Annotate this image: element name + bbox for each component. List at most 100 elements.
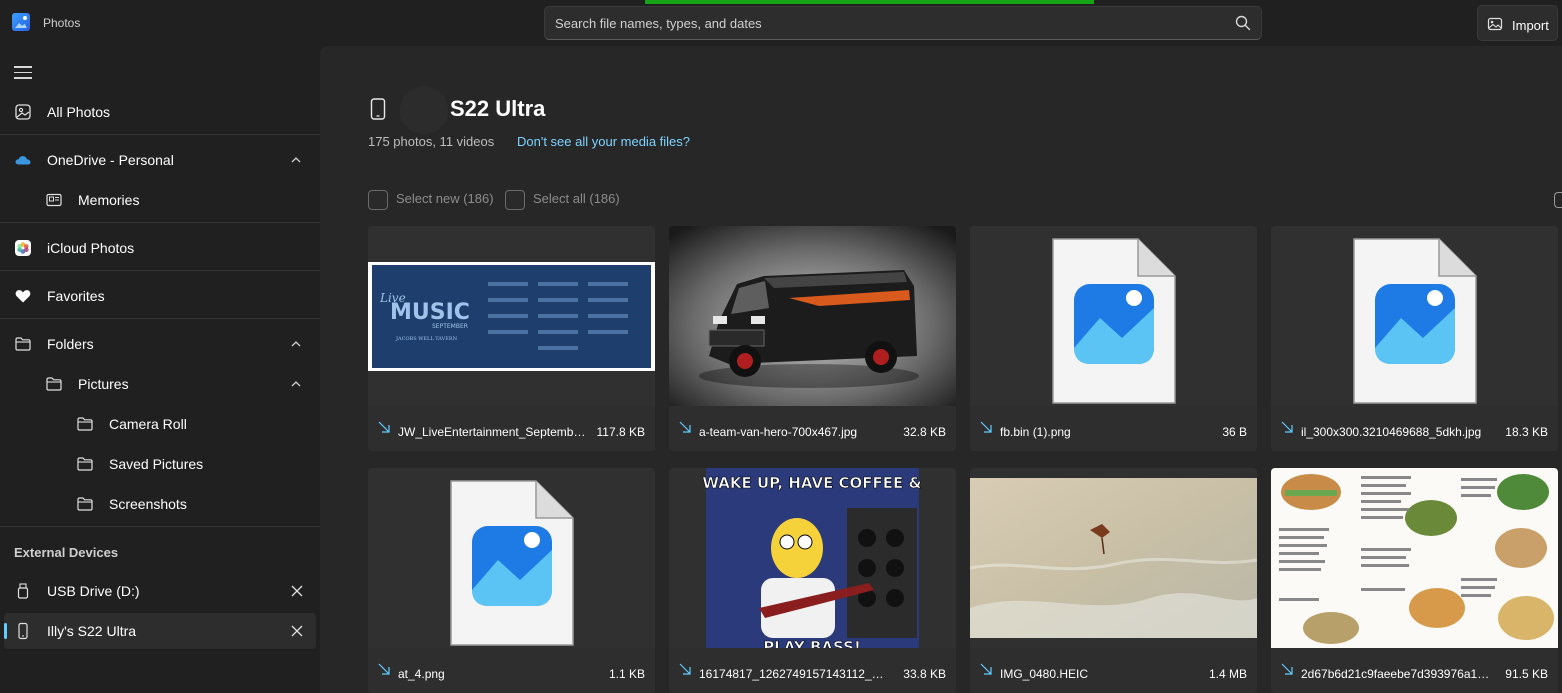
folder-icon bbox=[77, 497, 93, 511]
meme-thumbnail: WAKE UP, HAVE COFFEE & PLAY BASS! bbox=[669, 468, 956, 648]
sidebar-item-label: Screenshots bbox=[109, 496, 187, 512]
usb-drive-icon bbox=[17, 583, 29, 599]
external-devices-header: External Devices bbox=[14, 545, 119, 560]
sidebar: All Photos OneDrive - Personal Memories bbox=[0, 46, 320, 693]
poster-venue-text: JACOBS WELL TAVERN bbox=[395, 336, 458, 342]
divider bbox=[0, 222, 320, 223]
thumbnail bbox=[669, 226, 956, 406]
select-all-checkbox[interactable] bbox=[505, 190, 525, 210]
tile-caption: 2d67b6d21c9faeebe7d393976a1d9... 91.5 KB bbox=[1271, 648, 1558, 693]
media-tile[interactable]: il_300x300.3210469688_5dkh.jpg 18.3 KB bbox=[1271, 226, 1558, 451]
divider bbox=[0, 134, 320, 135]
sidebar-item-onedrive[interactable]: OneDrive - Personal bbox=[4, 142, 316, 178]
tile-caption: il_300x300.3210469688_5dkh.jpg 18.3 KB bbox=[1271, 406, 1558, 451]
main-content: S22 Ultra 175 photos, 11 videos Don't se… bbox=[320, 46, 1562, 693]
sync-progress-bar bbox=[645, 0, 1094, 4]
media-tile[interactable]: WAKE UP, HAVE COFFEE & PLAY BASS! 161748… bbox=[669, 468, 956, 693]
sidebar-item-folders[interactable]: Folders bbox=[4, 326, 316, 362]
device-avatar bbox=[400, 86, 448, 134]
phone-icon bbox=[18, 622, 28, 640]
thumbnail bbox=[368, 468, 655, 648]
icloud-photos-icon bbox=[15, 240, 31, 256]
phone-icon bbox=[370, 98, 386, 120]
sidebar-item-label: All Photos bbox=[47, 104, 111, 120]
menu-icon[interactable] bbox=[14, 66, 32, 80]
chevron-up-icon[interactable] bbox=[290, 338, 302, 350]
select-new-checkbox[interactable] bbox=[368, 190, 388, 210]
import-button[interactable]: Import bbox=[1477, 5, 1558, 41]
import-icon bbox=[1487, 17, 1503, 31]
sidebar-item-pictures[interactable]: Pictures bbox=[4, 366, 316, 402]
import-arrow-icon bbox=[980, 663, 992, 675]
view-options-toggle[interactable] bbox=[1554, 192, 1562, 208]
tile-caption: JW_LiveEntertainment_September... 117.8 … bbox=[368, 406, 655, 451]
file-name: JW_LiveEntertainment_September... bbox=[398, 425, 588, 439]
meme-bottom-text: PLAY BASS! bbox=[763, 638, 861, 648]
import-arrow-icon bbox=[679, 421, 691, 433]
search-placeholder: Search file names, types, and dates bbox=[555, 16, 762, 31]
water-photo-thumbnail bbox=[970, 478, 1257, 638]
media-tile[interactable]: IMG_0480.HEIC 1.4 MB bbox=[970, 468, 1257, 693]
thumbnail bbox=[1271, 226, 1558, 406]
file-size: 32.8 KB bbox=[903, 425, 946, 439]
file-name: il_300x300.3210469688_5dkh.jpg bbox=[1301, 425, 1482, 439]
search-icon[interactable] bbox=[1235, 15, 1251, 31]
sidebar-item-label: Pictures bbox=[78, 376, 129, 392]
sidebar-item-favorites[interactable]: Favorites bbox=[4, 278, 316, 314]
generic-image-file-icon bbox=[450, 480, 574, 646]
file-size: 33.8 KB bbox=[903, 667, 946, 681]
sidebar-item-all-photos[interactable]: All Photos bbox=[4, 94, 316, 130]
sidebar-item-saved-pictures[interactable]: Saved Pictures bbox=[4, 446, 316, 482]
sidebar-item-s22-ultra[interactable]: Illy's S22 Ultra bbox=[4, 613, 316, 649]
import-arrow-icon bbox=[1281, 421, 1293, 433]
memories-icon bbox=[46, 193, 62, 207]
missing-media-link[interactable]: Don't see all your media files? bbox=[517, 134, 690, 149]
sidebar-item-label: Saved Pictures bbox=[109, 456, 204, 472]
media-tile[interactable]: fb.bin (1).png 36 B bbox=[970, 226, 1257, 451]
thumbnail: WAKE UP, HAVE COFFEE & PLAY BASS! bbox=[669, 468, 956, 648]
heart-icon bbox=[15, 290, 31, 303]
media-tile[interactable]: a-team-van-hero-700x467.jpg 32.8 KB bbox=[669, 226, 956, 451]
tile-caption: 16174817_1262749157143112_910731... 33.8… bbox=[669, 648, 956, 693]
divider bbox=[0, 318, 320, 319]
divider bbox=[0, 270, 320, 271]
sidebar-item-label: USB Drive (D:) bbox=[47, 583, 140, 599]
sidebar-item-usb-drive[interactable]: USB Drive (D:) bbox=[4, 573, 316, 609]
file-name: a-team-van-hero-700x467.jpg bbox=[699, 425, 858, 439]
tile-caption: IMG_0480.HEIC 1.4 MB bbox=[970, 648, 1257, 693]
sidebar-item-screenshots[interactable]: Screenshots bbox=[4, 486, 316, 522]
thumbnail bbox=[1271, 468, 1558, 648]
sidebar-item-camera-roll[interactable]: Camera Roll bbox=[4, 406, 316, 442]
file-name: at_4.png bbox=[398, 667, 445, 681]
import-arrow-icon bbox=[980, 421, 992, 433]
page-title: S22 Ultra bbox=[450, 96, 546, 121]
title-bar: Photos Search file names, types, and dat… bbox=[0, 0, 1562, 46]
file-size: 1.4 MB bbox=[1208, 667, 1247, 681]
sidebar-item-icloud[interactable]: iCloud Photos bbox=[4, 230, 316, 266]
media-tile[interactable]: Live MUSIC SEPTEMBER JACOBS WELL TAVERN … bbox=[368, 226, 655, 451]
search-input[interactable]: Search file names, types, and dates bbox=[544, 6, 1262, 40]
media-tile[interactable]: at_4.png 1.1 KB bbox=[368, 468, 655, 693]
tile-caption: at_4.png 1.1 KB bbox=[368, 648, 655, 693]
chevron-up-icon[interactable] bbox=[290, 378, 302, 390]
van-thumbnail bbox=[669, 226, 956, 406]
chevron-up-icon[interactable] bbox=[290, 154, 302, 166]
close-icon[interactable] bbox=[290, 624, 304, 638]
file-name: 16174817_1262749157143112_910731... bbox=[699, 667, 889, 681]
meme-top-text: WAKE UP, HAVE COFFEE & bbox=[702, 474, 921, 492]
file-size: 18.3 KB bbox=[1505, 425, 1548, 439]
thumbnail bbox=[970, 226, 1257, 406]
sidebar-item-memories[interactable]: Memories bbox=[4, 182, 316, 218]
sidebar-item-label: OneDrive - Personal bbox=[47, 152, 174, 168]
import-arrow-icon bbox=[679, 663, 691, 675]
divider bbox=[0, 526, 320, 527]
folder-icon bbox=[15, 337, 31, 351]
cloud-icon bbox=[15, 156, 31, 165]
folder-icon bbox=[77, 457, 93, 471]
poster-september-text: SEPTEMBER bbox=[432, 323, 468, 330]
media-tile[interactable]: 2d67b6d21c9faeebe7d393976a1d9... 91.5 KB bbox=[1271, 468, 1558, 693]
close-icon[interactable] bbox=[290, 584, 304, 598]
tile-caption: fb.bin (1).png 36 B bbox=[970, 406, 1257, 451]
food-menu-thumbnail bbox=[1271, 468, 1558, 648]
generic-image-file-icon bbox=[1353, 238, 1477, 404]
